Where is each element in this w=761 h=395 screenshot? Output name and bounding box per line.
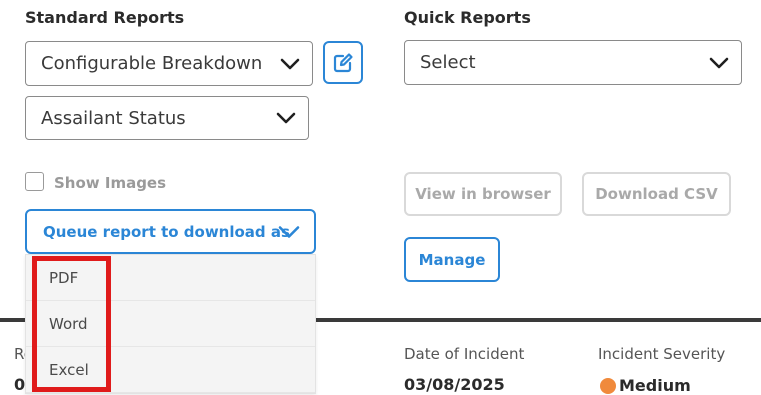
highlight-annotation (32, 256, 111, 392)
download-csv-button[interactable]: Download CSV (582, 172, 731, 216)
show-images-label: Show Images (54, 174, 167, 192)
severity-dot-icon (600, 377, 616, 394)
column-header-severity: Incident Severity (598, 345, 726, 363)
download-csv-label: Download CSV (595, 185, 718, 203)
chevron-down-icon (709, 57, 729, 68)
report-type-value: Configurable Breakdown (41, 53, 263, 74)
severity-value: Medium (619, 376, 691, 395)
report-subtype-select[interactable]: Assailant Status (25, 96, 309, 140)
severity-badge: Medium (600, 376, 691, 395)
chevron-down-icon (276, 112, 296, 124)
manage-label: Manage (418, 250, 486, 269)
column-header-date: Date of Incident (404, 345, 525, 363)
quick-report-value: Select (420, 52, 476, 73)
quick-report-select[interactable]: Select (404, 40, 742, 85)
view-in-browser-button[interactable]: View in browser (404, 172, 562, 216)
chevron-down-icon (280, 58, 300, 69)
standard-reports-title: Standard Reports (25, 8, 185, 27)
row-cell-report: 0 (14, 375, 26, 394)
report-subtype-value: Assailant Status (41, 107, 186, 129)
queue-report-button[interactable]: Queue report to download as (25, 209, 316, 254)
row-cell-date: 03/08/2025 (404, 375, 505, 394)
view-in-browser-label: View in browser (415, 185, 551, 203)
report-type-select[interactable]: Configurable Breakdown (25, 41, 313, 86)
queue-report-label: Queue report to download as (43, 222, 290, 241)
quick-reports-title: Quick Reports (404, 8, 531, 27)
chevron-down-icon (278, 225, 300, 238)
edit-icon (333, 52, 353, 72)
show-images-checkbox[interactable] (25, 172, 44, 191)
manage-button[interactable]: Manage (404, 237, 500, 282)
edit-report-button[interactable] (323, 41, 363, 84)
